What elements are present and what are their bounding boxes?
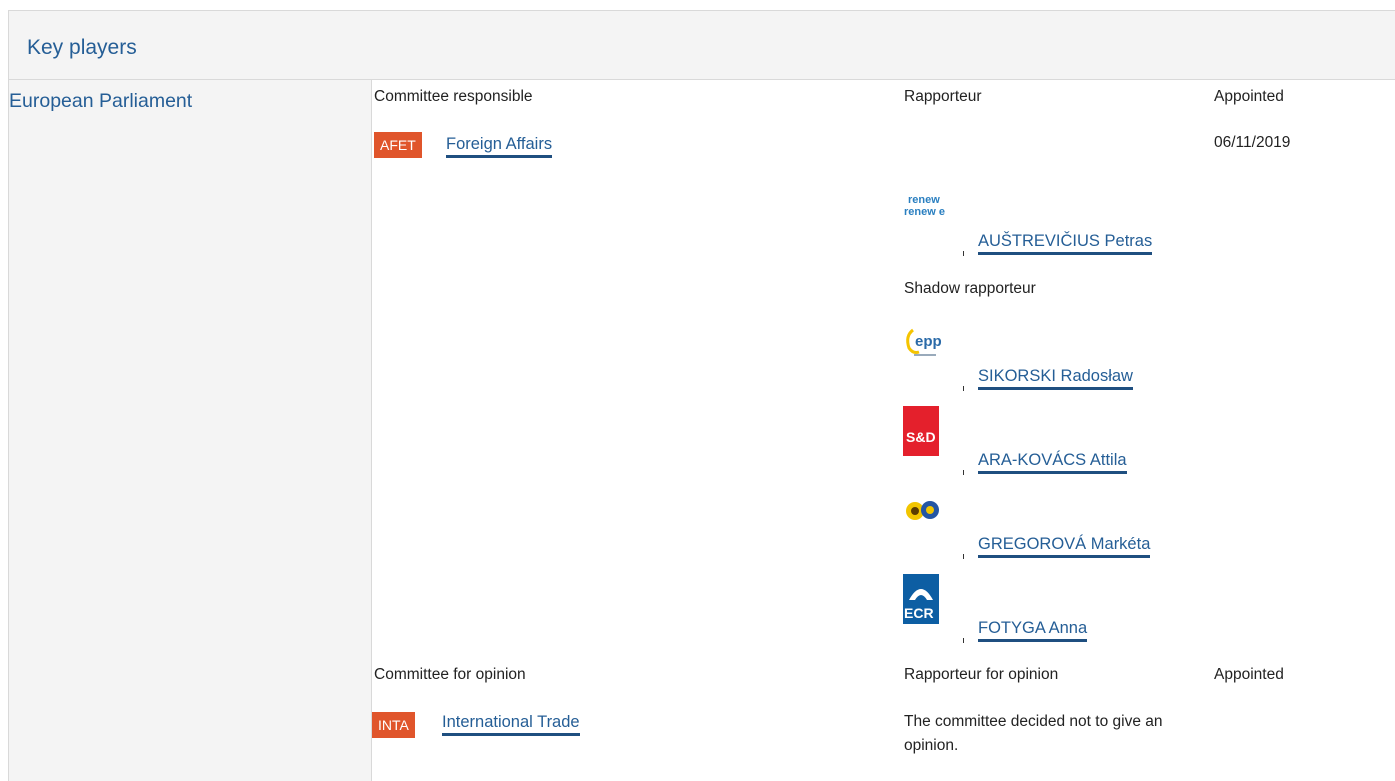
appointed-date: 06/11/2019	[1214, 134, 1291, 151]
shadow-link-fotyga[interactable]: FOTYGA Anna	[978, 618, 1088, 642]
shadow-link-ara-kovacs[interactable]: ARA-KOVÁCS Attila	[978, 450, 1127, 474]
shadow-rapporteur-header: Shadow rapporteur	[904, 280, 1036, 297]
committee-code-badge: AFET	[374, 132, 422, 158]
sd-logo-text: S&D	[906, 429, 936, 445]
logo-tick	[963, 251, 964, 256]
opinion-committee-code-badge: INTA	[372, 712, 415, 738]
renew-europe-logo-icon: renew renew europe.	[903, 187, 979, 237]
ecr-logo-text: ECR	[904, 605, 934, 621]
committee-responsible-header: Committee responsible	[374, 88, 533, 105]
institution-column: European Parliament	[8, 80, 372, 781]
logo-tick	[963, 386, 964, 391]
appointed-header: Appointed	[1214, 88, 1284, 105]
svg-text:renew: renew	[908, 194, 940, 206]
committee-link-international-trade[interactable]: International Trade	[442, 712, 580, 736]
committee-opinion-header: Committee for opinion	[374, 666, 526, 683]
rapporteur-header: Rapporteur	[904, 88, 982, 105]
epp-logo-text: epp	[915, 333, 942, 350]
shadow-link-gregorova[interactable]: GREGOROVÁ Markéta	[978, 534, 1151, 558]
opinion-note: The committee decided not to give an opi…	[904, 713, 1163, 754]
shadow-link-sikorski[interactable]: SIKORSKI Radosław	[978, 366, 1133, 390]
logo-tick	[963, 470, 964, 475]
logo-tick	[963, 554, 964, 559]
committee-link-foreign-affairs[interactable]: Foreign Affairs	[446, 134, 553, 158]
key-players-header: Key players	[8, 10, 1395, 80]
ecr-logo-icon: ECR	[903, 574, 945, 624]
epp-logo-icon: epp	[903, 322, 945, 372]
s-and-d-logo-icon: S&D	[903, 406, 945, 456]
opinion-appointed-header: Appointed	[1214, 666, 1284, 683]
rapporteur-opinion-header: Rapporteur for opinion	[904, 666, 1059, 683]
greens-efa-logo-icon	[903, 490, 945, 540]
institution-label: European Parliament	[9, 90, 193, 112]
section-title: Key players	[27, 36, 137, 59]
logo-tick	[963, 638, 964, 643]
renew-logo-text: renew europe.	[904, 206, 945, 218]
rapporteur-link[interactable]: AUŠTREVIČIUS Petras	[978, 231, 1153, 255]
